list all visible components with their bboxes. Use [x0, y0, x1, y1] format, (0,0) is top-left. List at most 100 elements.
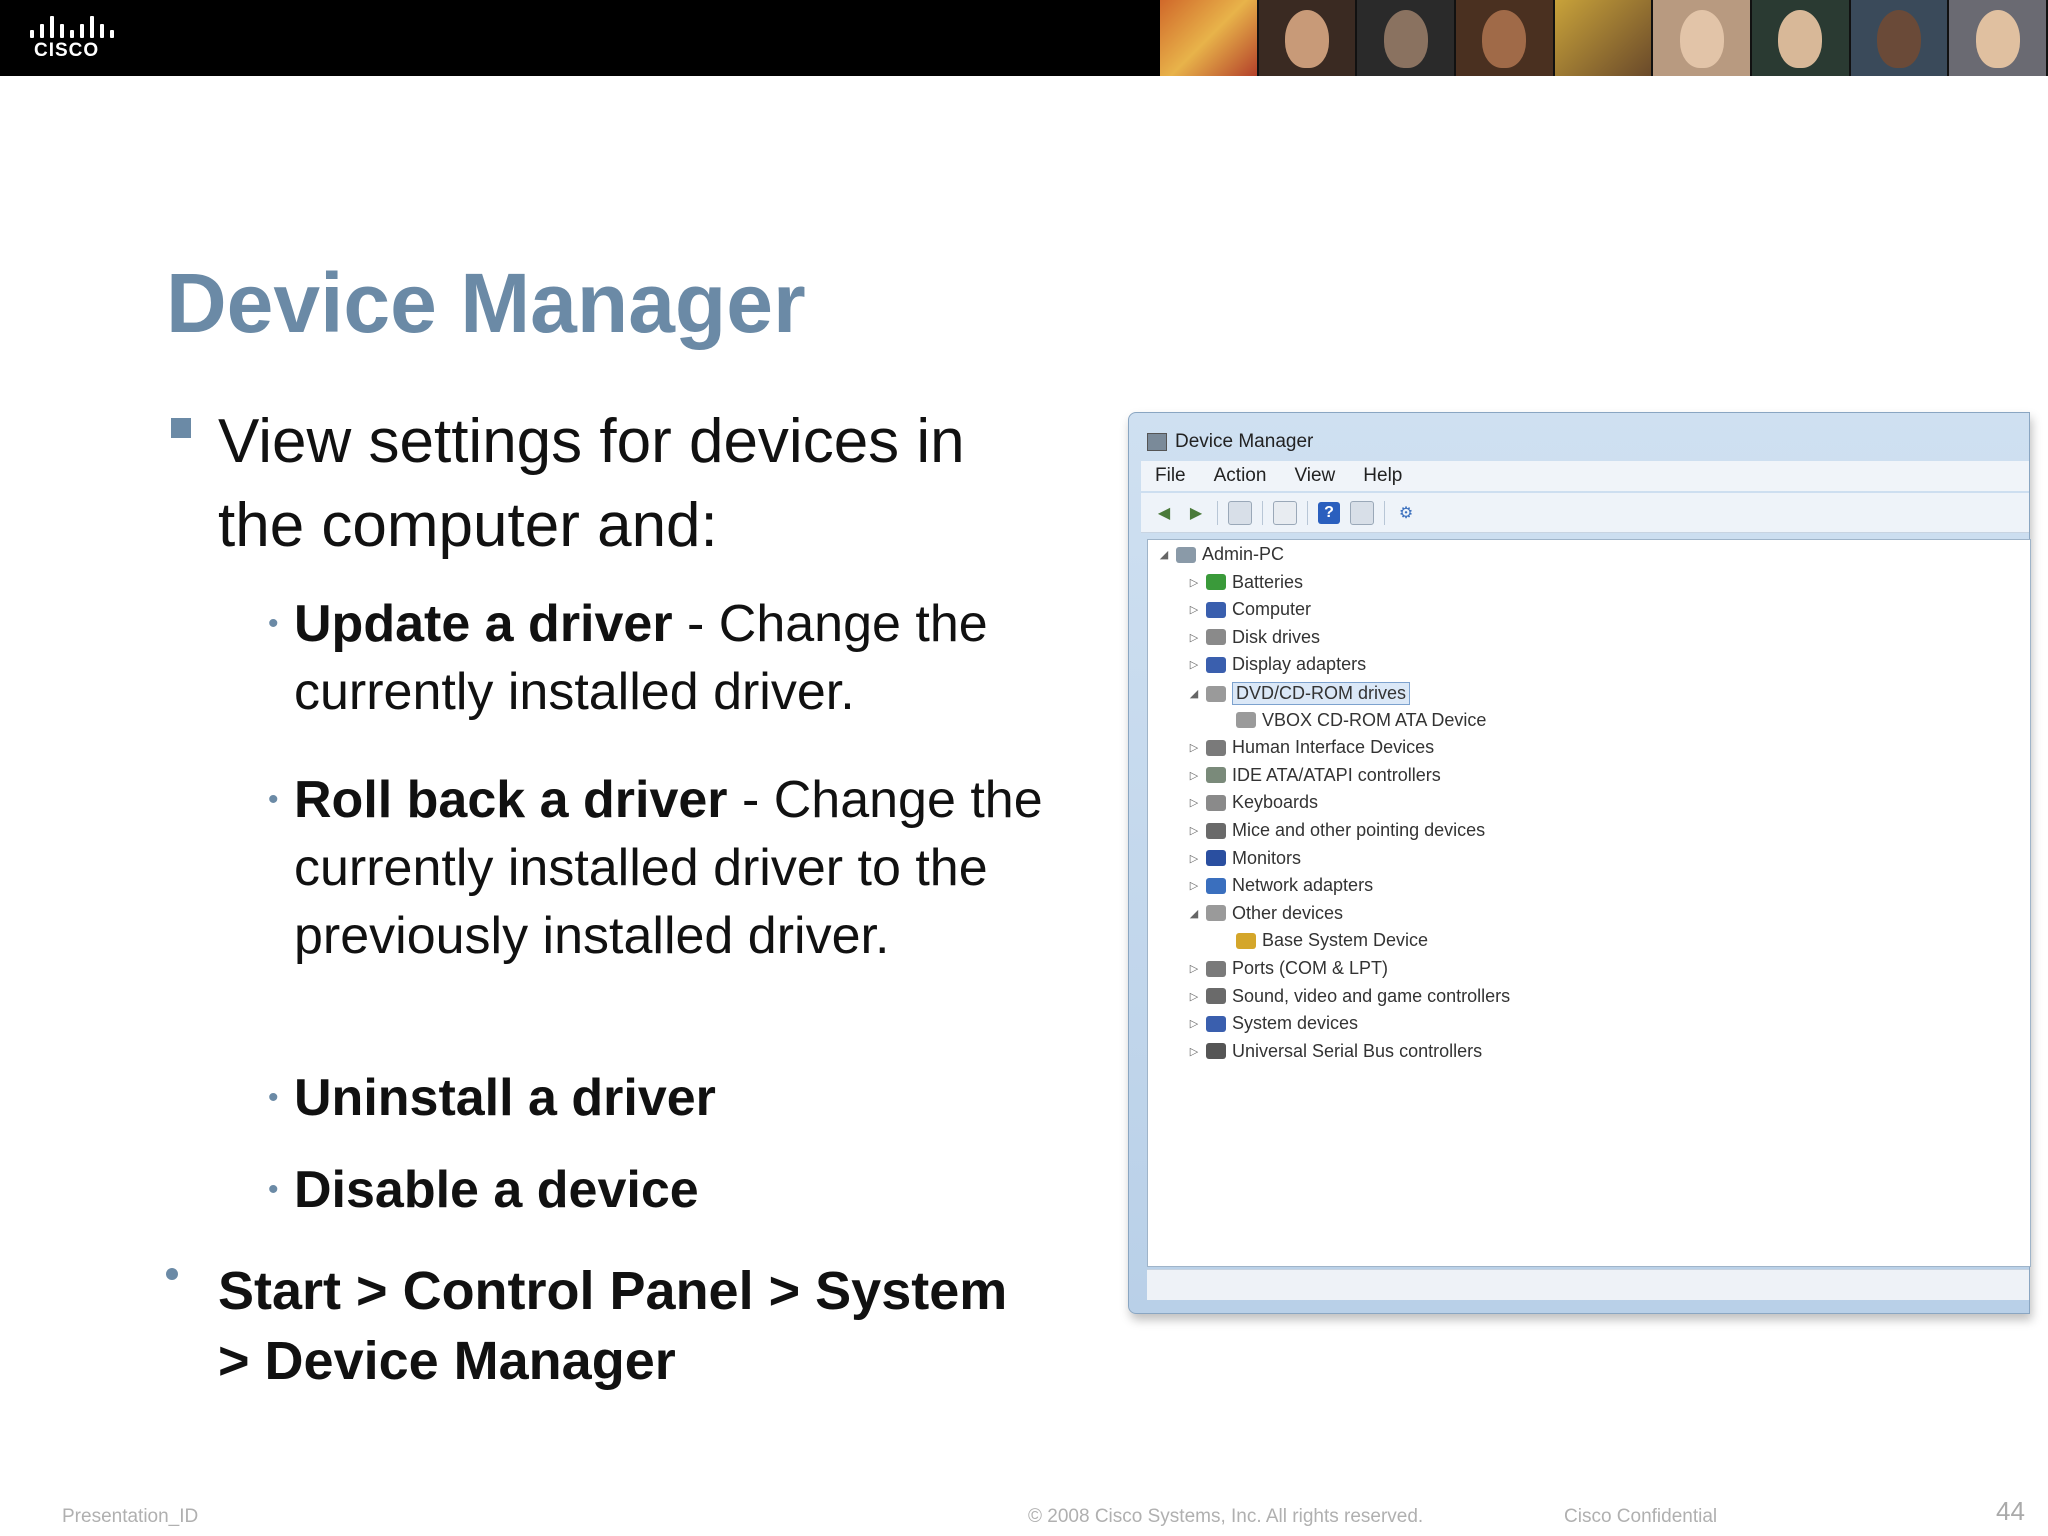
tree-node[interactable]: ▷ IDE ATA/ATAPI controllers [1188, 765, 1441, 786]
tree-node-label: Universal Serial Bus controllers [1232, 1040, 1483, 1061]
expand-arrow-icon[interactable]: ▷ [1188, 1017, 1200, 1030]
status-bar [1147, 1269, 2029, 1300]
warning-icon [1236, 932, 1256, 949]
expand-arrow-icon[interactable]: ▷ [1188, 990, 1200, 1003]
display-icon [1206, 656, 1226, 673]
tree-node[interactable]: ▷ Display adapters [1188, 654, 1366, 675]
sound-icon [1206, 988, 1226, 1005]
tree-node[interactable]: ◢ DVD/CD-ROM drives [1188, 682, 1411, 705]
tree-node[interactable]: ▷ Monitors [1188, 848, 1301, 869]
collapse-arrow-icon[interactable]: ◢ [1188, 907, 1200, 920]
tree-node[interactable]: ▷ Keyboards [1188, 792, 1318, 813]
photo [1554, 0, 1654, 76]
sub-bullet-bold: Disable a device [294, 1161, 699, 1219]
tree-node[interactable]: ▷ Batteries [1188, 572, 1303, 593]
tree-node-label: DVD/CD-ROM drives [1232, 682, 1411, 705]
bullet-dot-icon: • [268, 1081, 279, 1114]
expand-arrow-icon[interactable]: ▷ [1188, 879, 1200, 892]
expand-arrow-icon[interactable]: ▷ [1188, 852, 1200, 865]
photo [1949, 0, 2048, 76]
expand-arrow-icon[interactable]: ▷ [1188, 741, 1200, 754]
back-arrow-icon[interactable]: ◀ [1153, 502, 1175, 524]
menu-file[interactable]: File [1155, 465, 1186, 487]
tree-node[interactable]: ▷ Sound, video and game controllers [1188, 986, 1510, 1007]
page-number: 44 [1996, 1496, 2025, 1526]
toolbar-separator [1262, 500, 1263, 525]
tree-node[interactable]: ▷ Computer [1188, 599, 1311, 620]
tree-node-label: Disk drives [1232, 626, 1321, 647]
tree-node[interactable]: ▷ System devices [1188, 1013, 1358, 1034]
tree-node[interactable]: ◢ Other devices [1188, 903, 1343, 924]
forward-arrow-icon[interactable]: ▶ [1185, 502, 1207, 524]
sub-bullet-bold: Uninstall a driver [294, 1069, 716, 1127]
tree-node[interactable]: ▷ Universal Serial Bus controllers [1188, 1041, 1482, 1062]
sub-bullet-bold: Roll back a driver [294, 771, 728, 829]
computer-icon [1176, 546, 1196, 563]
tree-node-label: Mice and other pointing devices [1232, 820, 1486, 840]
bullet-dot-icon [166, 1268, 178, 1280]
show-hidden-icon[interactable] [1273, 500, 1297, 525]
help-icon[interactable]: ? [1318, 501, 1340, 524]
properties-icon[interactable] [1228, 500, 1252, 525]
port-icon [1206, 960, 1226, 977]
bullet-dot-icon: • [268, 783, 279, 816]
device-tree: ◢ Admin-PC ▷ Batteries ▷ Computer ▷ Disk drives… [1147, 539, 2031, 1267]
collapse-arrow-icon[interactable]: ◢ [1158, 548, 1170, 561]
expand-arrow-icon[interactable]: ▷ [1188, 769, 1200, 782]
tree-node[interactable]: Base System Device [1218, 930, 1428, 951]
tree-node-label: Computer [1232, 599, 1312, 620]
bullet-dot-icon: • [268, 1173, 279, 1206]
tree-node[interactable]: ▷ Human Interface Devices [1188, 737, 1434, 758]
tree-node[interactable]: ◢ Admin-PC [1158, 544, 1284, 565]
computer-icon [1206, 601, 1226, 618]
expand-arrow-icon[interactable]: ▷ [1188, 824, 1200, 837]
tree-node[interactable]: VBOX CD-ROM ATA Device [1218, 710, 1486, 731]
toolbar-separator [1217, 500, 1218, 525]
bullet-square-icon [171, 418, 191, 438]
expand-arrow-icon[interactable]: ▷ [1188, 962, 1200, 975]
mouse-icon [1206, 822, 1226, 839]
system-icon [1206, 1015, 1226, 1032]
toolbar-separator [1384, 500, 1385, 525]
tree-node-label: Sound, video and game controllers [1232, 985, 1511, 1006]
toolbar-separator [1307, 500, 1308, 525]
collapse-arrow-icon[interactable]: ◢ [1188, 687, 1200, 700]
scan-hardware-icon[interactable] [1350, 500, 1374, 525]
bullet-list: View settings for devices in the compute… [0, 0, 1050, 1536]
tree-node[interactable]: ▷ Mice and other pointing devices [1188, 820, 1485, 841]
photo [1456, 0, 1555, 76]
tree-node-label: Other devices [1232, 902, 1344, 923]
menu-view[interactable]: View [1294, 465, 1335, 487]
other-icon [1206, 905, 1226, 922]
tree-node-label: Display adapters [1232, 654, 1367, 675]
network-icon [1206, 877, 1226, 894]
photo-strip [1160, 0, 2048, 76]
expand-arrow-icon[interactable]: ▷ [1188, 576, 1200, 589]
tree-node-label: IDE ATA/ATAPI controllers [1232, 764, 1441, 785]
dvd-icon [1236, 712, 1256, 729]
expand-arrow-icon[interactable]: ▷ [1188, 658, 1200, 671]
tree-node[interactable]: ▷ Ports (COM & LPT) [1188, 958, 1388, 979]
expand-arrow-icon[interactable]: ▷ [1188, 631, 1200, 644]
expand-arrow-icon[interactable]: ▷ [1188, 1045, 1200, 1058]
menu-bar: File Action View Help [1141, 461, 2029, 491]
menu-help[interactable]: Help [1363, 465, 1402, 487]
tree-node-label: Admin-PC [1202, 544, 1285, 564]
dvd-icon [1206, 685, 1226, 702]
tree-node-label: Human Interface Devices [1232, 737, 1435, 758]
tree-node[interactable]: ▷ Network adapters [1188, 875, 1373, 896]
tree-node[interactable]: ▷ Disk drives [1188, 627, 1320, 648]
tree-node-label: Monitors [1232, 847, 1302, 868]
bullet-dot-icon: • [268, 607, 279, 640]
expand-arrow-icon[interactable]: ▷ [1188, 796, 1200, 809]
tree-node-label: Keyboards [1232, 792, 1319, 813]
menu-action[interactable]: Action [1214, 465, 1267, 487]
update-driver-icon[interactable]: ⚙ [1395, 502, 1417, 524]
device-manager-icon [1147, 433, 1167, 451]
photo [1653, 0, 1753, 76]
photo [1357, 0, 1457, 76]
expand-arrow-icon[interactable]: ▷ [1188, 603, 1200, 616]
photo [1752, 0, 1851, 76]
sub-bullet-bold: Update a driver [294, 595, 673, 653]
tree-node-label: Base System Device [1262, 930, 1429, 951]
